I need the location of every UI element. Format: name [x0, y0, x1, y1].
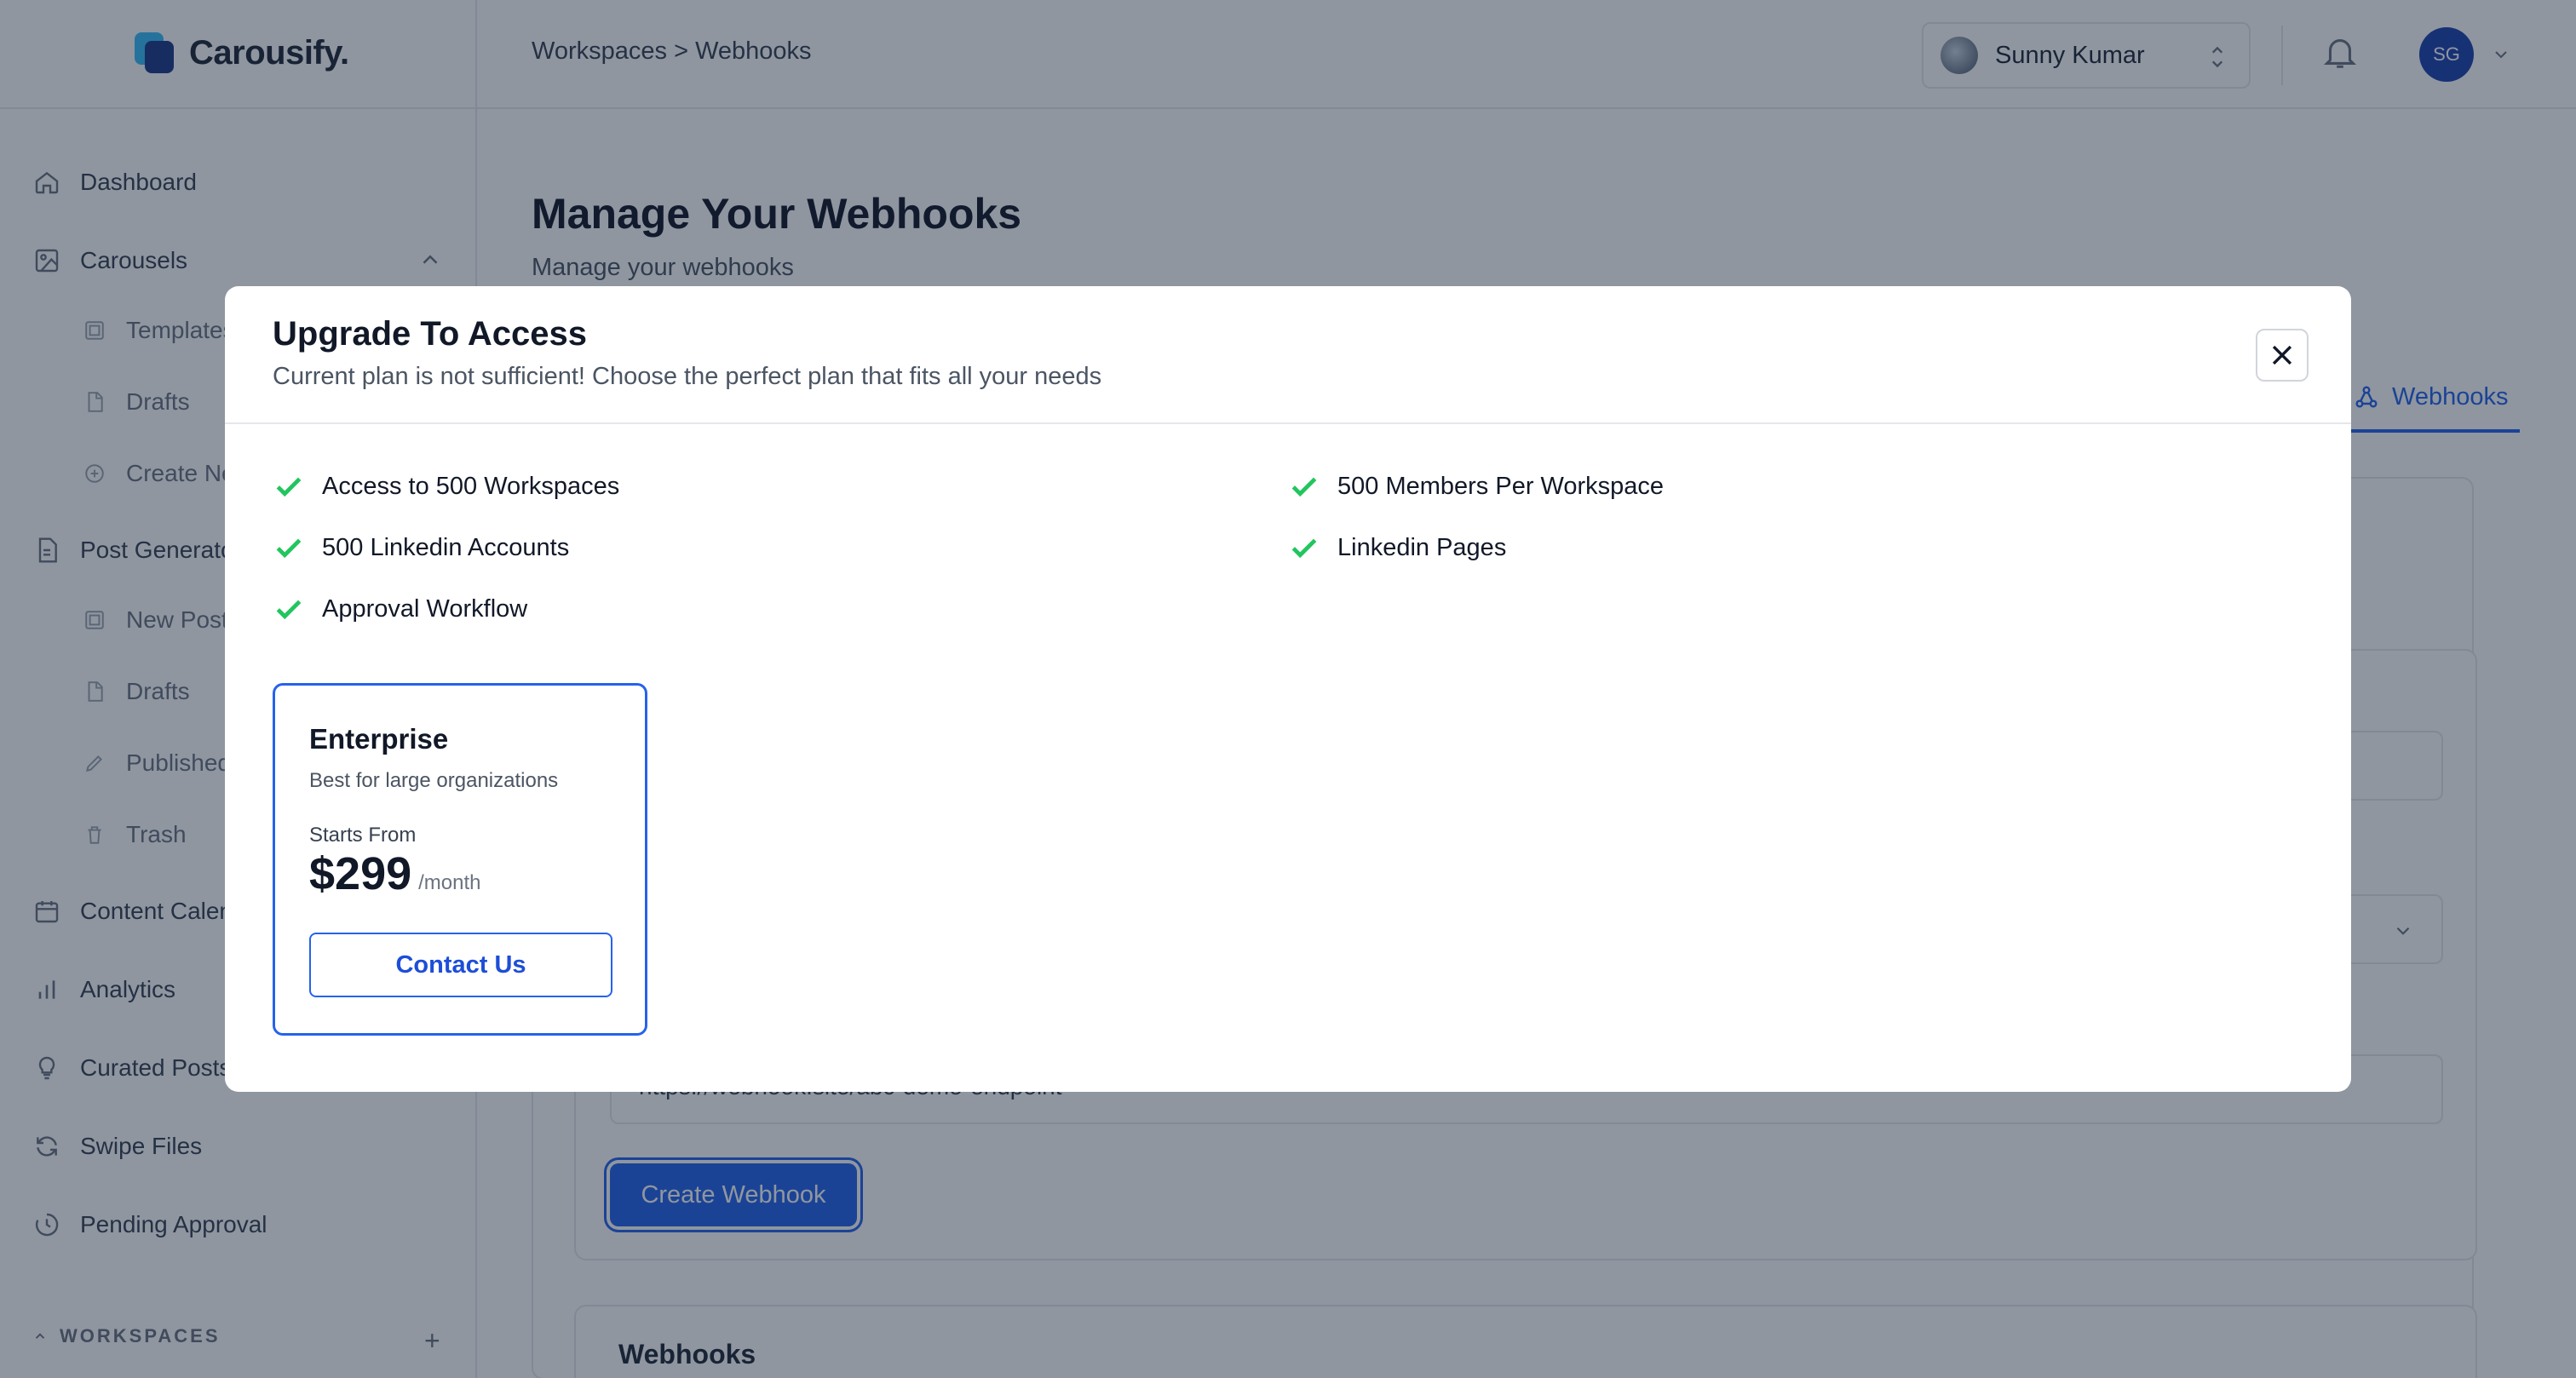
- plan-price-row: $299 /month: [309, 847, 481, 900]
- upgrade-modal: Upgrade To Access Current plan is not su…: [225, 286, 2351, 1092]
- modal-divider: [225, 422, 2351, 424]
- plan-name: Enterprise: [309, 723, 449, 755]
- feature-label: Approval Workflow: [322, 594, 528, 623]
- check-icon: [1291, 538, 1317, 559]
- plan-price: $299: [309, 848, 412, 899]
- feature-label: 500 Members Per Workspace: [1337, 472, 1665, 500]
- check-icon: [276, 477, 302, 497]
- plan-period: /month: [418, 871, 481, 894]
- feature-label: 500 Linkedin Accounts: [322, 533, 570, 561]
- check-icon: [276, 538, 302, 559]
- plan-card-enterprise[interactable]: Enterprise Best for large organizations …: [273, 683, 647, 1036]
- contact-us-button[interactable]: Contact Us: [309, 933, 612, 997]
- feature-item: Approval Workflow: [273, 593, 527, 625]
- modal-subtitle: Current plan is not sufficient! Choose t…: [273, 363, 1102, 390]
- feature-item: Access to 500 Workspaces: [273, 470, 619, 502]
- check-icon: [276, 600, 302, 620]
- plan-description: Best for large organizations: [309, 769, 559, 792]
- feature-item: 500 Members Per Workspace: [1288, 470, 1664, 502]
- close-icon: [2272, 345, 2292, 365]
- feature-item: 500 Linkedin Accounts: [273, 531, 569, 564]
- check-icon: [1291, 477, 1317, 497]
- plan-starts-from: Starts From: [309, 824, 417, 847]
- close-button[interactable]: [2256, 329, 2309, 382]
- feature-label: Linkedin Pages: [1337, 533, 1507, 561]
- modal-title: Upgrade To Access: [273, 315, 588, 353]
- feature-item: Linkedin Pages: [1288, 531, 1506, 564]
- feature-label: Access to 500 Workspaces: [322, 472, 620, 500]
